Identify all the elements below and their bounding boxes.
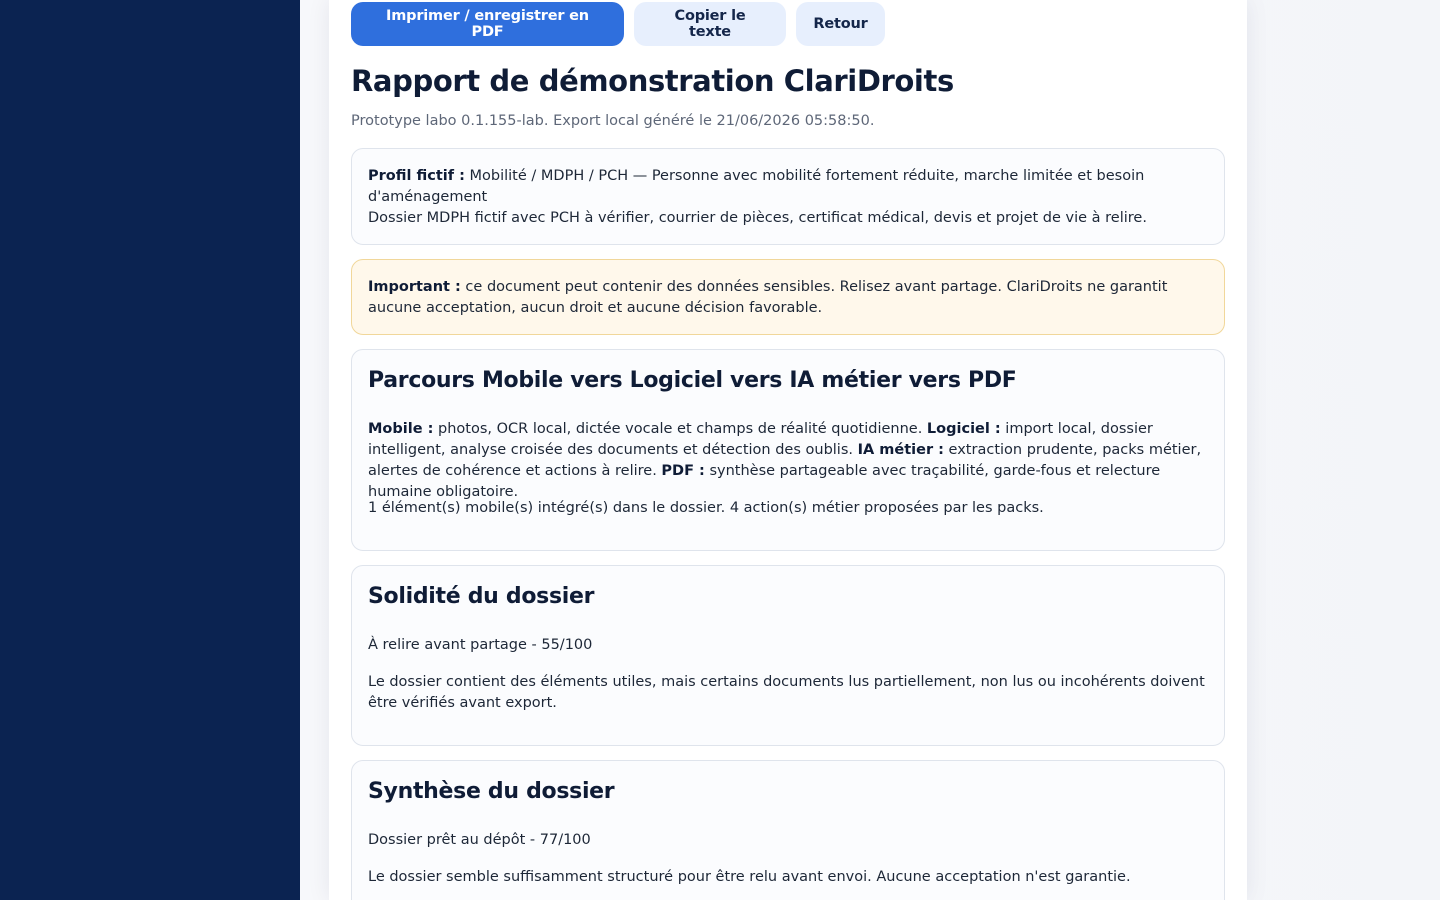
print-pdf-button[interactable]: Imprimer / enregistrer en PDF	[351, 2, 624, 46]
page-title: Rapport de démonstration ClariDroits	[351, 64, 954, 98]
synthese-title: Synthèse du dossier	[368, 779, 615, 804]
mobile-label: Mobile :	[368, 421, 434, 437]
solidite-status: À relire avant partage - 55/100	[368, 637, 593, 653]
parcours-description: Mobile : photos, OCR local, dictée vocal…	[368, 419, 1208, 503]
profile-summary: Profil fictif : Mobilité / MDPH / PCH — …	[368, 166, 1208, 208]
warning-text-block: Important : ce document peut contenir de…	[368, 277, 1208, 319]
mobile-text: photos, OCR local, dictée vocale et cham…	[433, 421, 927, 437]
profile-card: Profil fictif : Mobilité / MDPH / PCH — …	[351, 148, 1225, 245]
ia-metier-label: IA métier :	[857, 442, 944, 458]
solidite-text: Le dossier contient des éléments utiles,…	[368, 674, 1205, 711]
back-button[interactable]: Retour	[796, 2, 885, 46]
synthese-status: Dossier prêt au dépôt - 77/100	[368, 832, 591, 848]
warning-label: Important :	[368, 279, 461, 295]
left-sidebar-panel	[0, 0, 300, 900]
copy-text-button[interactable]: Copier le texte	[634, 2, 786, 46]
warning-text: ce document peut contenir des données se…	[368, 279, 1168, 316]
solidite-title: Solidité du dossier	[368, 584, 595, 609]
report-toolbar: Imprimer / enregistrer en PDF Copier le …	[351, 2, 885, 46]
profile-label: Profil fictif :	[368, 168, 465, 184]
logiciel-label: Logiciel :	[926, 421, 1001, 437]
synthese-text: Le dossier semble suffisamment structuré…	[368, 869, 1131, 885]
pdf-label: PDF :	[661, 463, 705, 479]
page-subtitle: Prototype labo 0.1.155-lab. Export local…	[351, 113, 875, 129]
parcours-card: Parcours Mobile vers Logiciel vers IA mé…	[351, 349, 1225, 551]
warning-card: Important : ce document peut contenir de…	[351, 259, 1225, 335]
solidite-card: Solidité du dossier À relire avant parta…	[351, 565, 1225, 746]
report-sheet: Imprimer / enregistrer en PDF Copier le …	[329, 0, 1247, 900]
parcours-title: Parcours Mobile vers Logiciel vers IA mé…	[368, 368, 1017, 393]
parcours-summary: 1 élément(s) mobile(s) intégré(s) dans l…	[368, 500, 1044, 516]
synthese-card: Synthèse du dossier Dossier prêt au dépô…	[351, 760, 1225, 900]
profile-summary-text: Mobilité / MDPH / PCH — Personne avec mo…	[368, 168, 1145, 205]
profile-detail: Dossier MDPH fictif avec PCH à vérifier,…	[368, 210, 1147, 226]
